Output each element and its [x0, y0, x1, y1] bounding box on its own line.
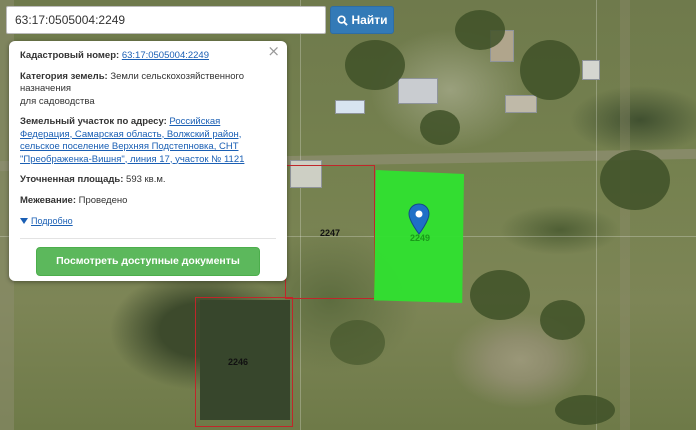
tree [345, 40, 405, 90]
search-icon [336, 14, 348, 26]
tree [330, 320, 385, 365]
building [398, 78, 438, 104]
parcel-label-2246: 2246 [228, 357, 249, 367]
address-link[interactable]: Федерация, Самарская область, Волжский р… [20, 129, 241, 140]
close-icon[interactable]: × [267, 44, 280, 58]
land-category-value: назначения [20, 83, 72, 94]
survey-label: Межевание: [20, 194, 76, 206]
tree [420, 110, 460, 145]
address-label: Земельный участок по адресу: [20, 116, 167, 127]
cadastral-number-row: Кадастровый номер: 63:17:0505004:2249 [20, 50, 276, 63]
divider [20, 237, 276, 239]
triangle-down-icon [20, 218, 28, 225]
find-button[interactable]: Найти [330, 6, 394, 34]
building [335, 100, 365, 114]
tree [555, 395, 615, 425]
tree [520, 40, 580, 100]
tree [470, 270, 530, 320]
survey-value: Проведено [78, 194, 128, 206]
tree [455, 10, 505, 50]
cadastral-search-input[interactable] [7, 7, 325, 33]
land-category-label: Категория земель: [20, 70, 108, 82]
cadastral-number-label: Кадастровый номер: [20, 50, 120, 61]
address-link[interactable]: Российская [169, 116, 220, 127]
map-marker-icon[interactable] [408, 203, 430, 235]
search-box [6, 6, 326, 34]
area-row: Уточненная площадь: 593 кв.м. [20, 174, 276, 187]
cadastral-number-link[interactable]: 63:17:0505004:2249 [122, 50, 209, 61]
details-toggle[interactable]: Подробно [20, 215, 276, 228]
view-documents-button[interactable]: Посмотреть доступные документы [36, 246, 260, 276]
find-button-label: Найти [351, 13, 388, 27]
building [505, 95, 537, 113]
building [582, 60, 600, 80]
area-label: Уточненная площадь: [20, 174, 124, 185]
tree [540, 300, 585, 340]
parcel-info-popup: × Кадастровый номер: 63:17:0505004:2249 … [9, 41, 287, 281]
address-link[interactable]: сельское поселение Верхняя Подстепновка,… [20, 141, 239, 152]
land-category-value: Земли сельскохозяйственного [110, 70, 245, 82]
road [620, 0, 630, 430]
survey-row: Межевание: Проведено [20, 195, 276, 208]
land-category-row: Категория земель: Земли сельскохозяйстве… [20, 71, 276, 109]
address-link[interactable]: "Преображенка-Вишня", линия 17, участок … [20, 154, 244, 165]
details-link[interactable]: Подробно [31, 215, 73, 228]
tree [600, 150, 670, 210]
address-row: Земельный участок по адресу: Российская … [20, 116, 276, 166]
land-use-value: для садоводства [20, 95, 95, 107]
parcel-label-2247: 2247 [320, 228, 341, 238]
area-value: 593 кв.м. [126, 174, 166, 185]
